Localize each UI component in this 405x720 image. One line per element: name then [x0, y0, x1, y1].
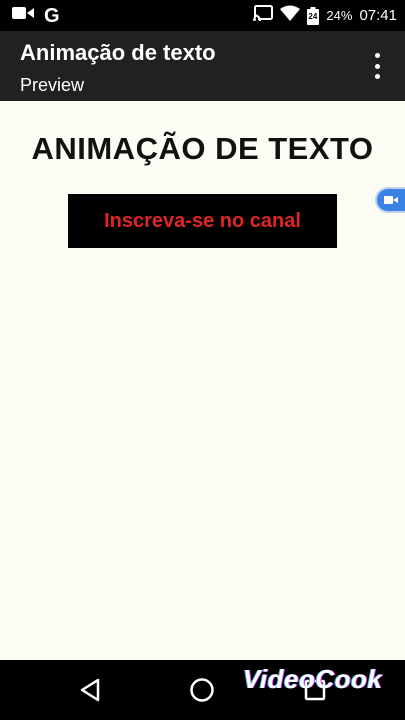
subscribe-banner[interactable]: Inscreva-se no canal [68, 194, 337, 248]
battery-level: 24 [308, 11, 318, 21]
app-bar: Animação de texto Preview [0, 31, 405, 101]
overflow-menu-icon[interactable] [369, 53, 385, 79]
battery-icon: 24 [307, 6, 320, 25]
status-left: G [12, 5, 60, 26]
overflow-dot [374, 63, 380, 69]
page-heading: ANIMAÇÃO DE TEXTO [31, 131, 374, 166]
back-icon[interactable] [75, 675, 105, 705]
overflow-dot [374, 53, 380, 58]
cast-icon [253, 5, 274, 26]
preview-canvas: ANIMAÇÃO DE TEXTO Inscreva-se no canal [0, 101, 405, 660]
overflow-dot [374, 74, 380, 79]
app-title: Animação de texto [20, 40, 216, 65]
subscribe-text: Inscreva-se no canal [104, 209, 301, 232]
battery-percent: 24% [326, 8, 353, 23]
clock: 07:41 [359, 7, 397, 24]
status-bar: G 24 24% 07:41 [0, 0, 405, 31]
app-subtitle: Preview [20, 75, 85, 95]
watermark: VideoCook [243, 664, 383, 694]
status-right: 24 24% 07:41 [253, 5, 397, 26]
home-icon[interactable] [187, 675, 217, 705]
google-icon: G [44, 4, 60, 27]
navigation-bar: VideoCook [0, 660, 405, 720]
wifi-icon [280, 5, 301, 26]
video-bubble-icon[interactable] [375, 187, 405, 213]
video-camera-icon [12, 5, 34, 26]
